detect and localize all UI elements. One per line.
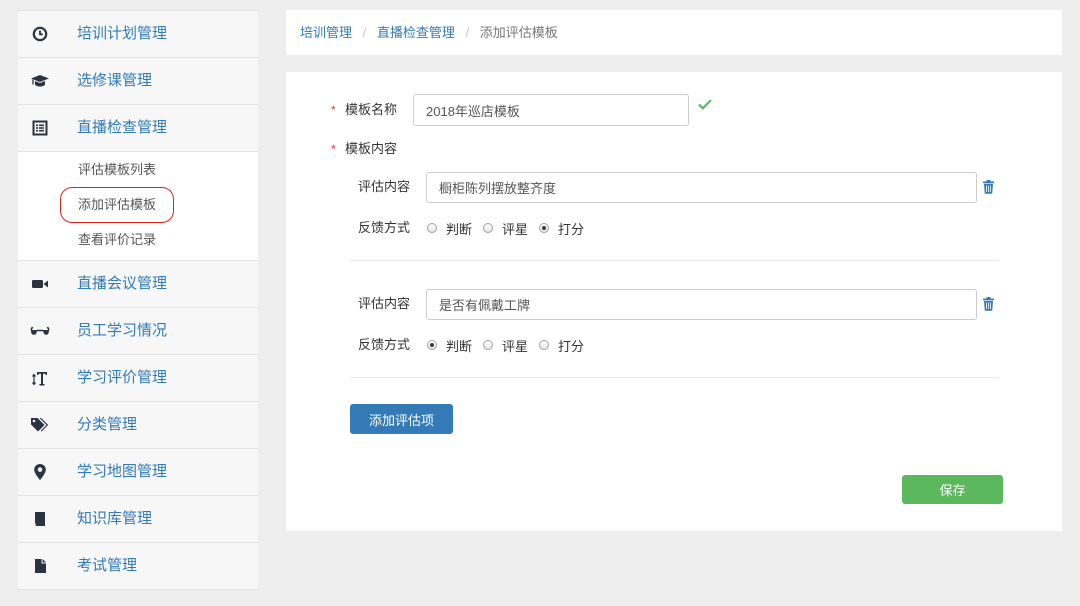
trash-icon[interactable] [983, 297, 994, 311]
radio-button[interactable] [483, 223, 493, 233]
template-content-label-row: * 模板内容 [331, 139, 397, 159]
breadcrumb-link-training[interactable]: 培训管理 [300, 25, 352, 40]
breadcrumb-separator: / [362, 25, 367, 40]
criterion-content-label: 评估内容 [358, 296, 411, 311]
submenu-item-evaluation-records[interactable]: 查看评价记录 [18, 222, 258, 257]
text-height-icon [29, 368, 51, 388]
radio-label: 评星 [502, 338, 529, 354]
feedback-option-star[interactable]: 评星 [483, 336, 539, 355]
list-alt-icon [29, 118, 51, 138]
radio-button[interactable] [539, 223, 549, 233]
radio-label: 打分 [558, 338, 585, 354]
sidebar-item-staff-learning[interactable]: 员工学习情况 [18, 308, 258, 355]
sidebar-item-elective-courses[interactable]: 选修课管理 [18, 58, 258, 105]
sidebar-item-training-plan[interactable]: 培训计划管理 [18, 11, 258, 58]
feedback-option-judge[interactable]: 判断 [427, 336, 483, 355]
breadcrumb-current: 添加评估模板 [479, 25, 558, 40]
feedback-method-label: 反馈方式 [358, 337, 411, 352]
criterion-content-input[interactable] [426, 289, 977, 320]
radio-button[interactable] [483, 340, 493, 350]
criterion-item: 评估内容 反馈方式 判断 评星 打分 [286, 172, 1062, 289]
radio-button[interactable] [427, 340, 437, 350]
radio-label: 判断 [446, 221, 473, 237]
required-mark: * [331, 103, 336, 117]
breadcrumb-link-live-inspection[interactable]: 直播检查管理 [377, 25, 455, 40]
radio-label: 打分 [558, 221, 585, 237]
feedback-option-judge[interactable]: 判断 [427, 219, 483, 238]
sidebar-item-label: 学习评价管理 [77, 369, 168, 386]
sidebar-item-label: 员工学习情况 [77, 322, 168, 339]
feedback-option-score[interactable]: 打分 [539, 336, 595, 355]
template-name-input[interactable] [413, 94, 689, 126]
trash-icon[interactable] [983, 180, 994, 194]
eyeglasses-icon [29, 321, 51, 341]
sidebar-item-label: 选修课管理 [77, 72, 153, 89]
sidebar-item-label: 分类管理 [77, 416, 138, 433]
breadcrumb: 培训管理 / 直播检查管理 / 添加评估模板 [286, 10, 1062, 55]
criterion-content-input[interactable] [426, 172, 977, 203]
breadcrumb-separator: / [465, 25, 470, 40]
video-camera-icon [29, 274, 51, 294]
radio-label: 判断 [446, 338, 473, 354]
clock-icon [29, 24, 51, 44]
divider [350, 377, 999, 378]
feedback-method-label: 反馈方式 [358, 220, 411, 235]
template-form-panel: * 模板名称 * 模板内容 评估内容 反馈方式 判断 评星 打分 [286, 72, 1062, 531]
feedback-radio-group: 判断 评星 打分 [427, 335, 595, 355]
sidebar-submenu-live-inspection: 评估模板列表 添加评估模板 查看评价记录 [18, 152, 258, 261]
radio-button[interactable] [539, 340, 549, 350]
sidebar: 培训计划管理 选修课管理 直播检查管理 评估模板列表 添加评估模板 查看评价记录… [18, 10, 258, 590]
sidebar-item-learning-map[interactable]: 学习地图管理 [18, 449, 258, 496]
template-name-label: 模板名称 [345, 102, 398, 117]
add-criterion-button[interactable]: 添加评估项 [350, 404, 453, 434]
map-marker-icon [29, 462, 51, 482]
sidebar-item-categories[interactable]: 分类管理 [18, 402, 258, 449]
required-mark: * [331, 142, 336, 156]
check-icon [698, 97, 712, 110]
sidebar-item-label: 考试管理 [77, 557, 138, 574]
book-icon [29, 509, 51, 529]
submenu-item-template-list[interactable]: 评估模板列表 [18, 152, 258, 187]
radio-button[interactable] [427, 223, 437, 233]
feedback-option-star[interactable]: 评星 [483, 219, 539, 238]
sidebar-item-live-meetings[interactable]: 直播会议管理 [18, 261, 258, 308]
save-button[interactable]: 保存 [902, 475, 1003, 504]
sidebar-item-label: 学习地图管理 [77, 463, 168, 480]
file-icon [29, 556, 51, 576]
sidebar-item-label: 直播检查管理 [77, 119, 168, 136]
graduation-cap-icon [29, 71, 51, 91]
sidebar-item-label: 培训计划管理 [77, 25, 168, 42]
tags-icon [29, 415, 51, 435]
radio-label: 评星 [502, 221, 529, 237]
submenu-item-add-template[interactable]: 添加评估模板 [18, 187, 258, 222]
criterion-content-label: 评估内容 [358, 179, 411, 194]
sidebar-item-knowledge-base[interactable]: 知识库管理 [18, 496, 258, 543]
feedback-radio-group: 判断 评星 打分 [427, 218, 595, 238]
sidebar-item-exams[interactable]: 考试管理 [18, 543, 258, 590]
sidebar-item-learning-evaluation[interactable]: 学习评价管理 [18, 355, 258, 402]
template-content-label: 模板内容 [345, 141, 398, 156]
sidebar-item-label: 直播会议管理 [77, 275, 168, 292]
template-name-label-row: * 模板名称 [331, 100, 397, 120]
criterion-item: 评估内容 反馈方式 判断 评星 打分 [286, 289, 1062, 406]
sidebar-item-label: 知识库管理 [77, 510, 153, 527]
divider [350, 260, 999, 261]
sidebar-item-live-inspection[interactable]: 直播检查管理 [18, 105, 258, 152]
feedback-option-score[interactable]: 打分 [539, 219, 595, 238]
